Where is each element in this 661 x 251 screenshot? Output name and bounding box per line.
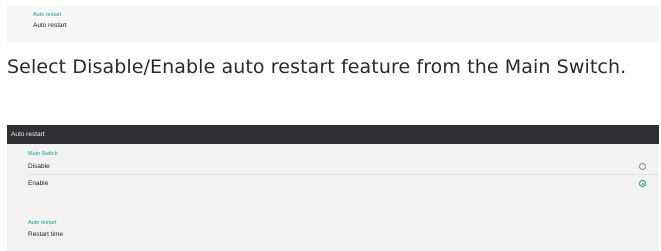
category-label: Auto restart (33, 12, 62, 18)
restart-time-item[interactable]: Restart time (28, 230, 659, 240)
radio-enable[interactable] (639, 180, 646, 187)
main-switch-section: Main Switch Disable Enable Auto restart … (7, 150, 659, 240)
option-label: Enable (28, 180, 49, 187)
radio-disable[interactable] (639, 163, 646, 170)
option-disable[interactable]: Disable (28, 158, 659, 175)
auto-restart-menu-item[interactable]: Auto restart Auto restart (7, 6, 659, 42)
main-switch-header: Main Switch (28, 151, 58, 157)
auto-restart-settings-panel: Auto restart Main Switch Disable Enable … (7, 125, 659, 251)
option-label: Disable (28, 163, 50, 170)
panel-title: Auto restart (7, 125, 659, 144)
option-enable[interactable]: Enable (28, 175, 659, 192)
item-label: Auto restart (33, 22, 67, 29)
instruction-text: Select Disable/Enable auto restart featu… (7, 56, 627, 78)
auto-restart-header: Auto restart (28, 220, 57, 226)
